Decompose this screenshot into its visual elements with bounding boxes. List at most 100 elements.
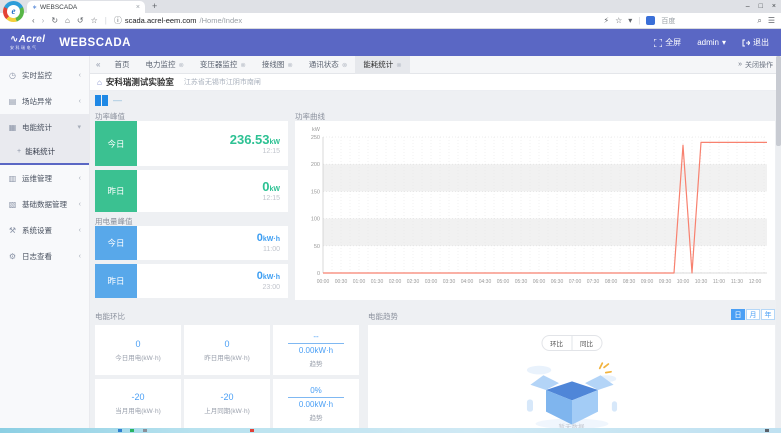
svg-text:02:30: 02:30 (407, 279, 420, 285)
fullscreen-icon (654, 39, 662, 47)
tool-row: — (90, 91, 781, 109)
tab-close-icon[interactable]: ⊗ (240, 61, 245, 69)
svg-text:11:30: 11:30 (731, 279, 743, 285)
sidebar-item-station-abnormal[interactable]: ▤ 场站异常 ‹ (0, 88, 89, 114)
minimize-button[interactable]: – (746, 3, 750, 10)
close-actions-button[interactable]: » 关闭操作 (738, 60, 781, 70)
legend-year-on-year[interactable]: 同比 (571, 336, 601, 350)
screen: ∗ WEBSCADA × + – □ × e ‹ › ↻ ⌂ ↺ ☆ | ⓘ s… (0, 0, 781, 433)
tab-close-icon[interactable]: ⊗ (342, 61, 347, 69)
today-badge: 今日 (95, 121, 137, 166)
menu-icon[interactable]: ☰ (768, 16, 775, 25)
taskbar-icon[interactable] (118, 429, 122, 432)
chevron-left-icon: ‹ (79, 201, 81, 208)
tab-close-icon[interactable]: ⊗ (396, 61, 401, 69)
close-button[interactable]: × (772, 3, 776, 10)
compare-card-yesterday: 0 昨日用电(kW·h) (184, 325, 270, 375)
range-month-button[interactable]: 月 (746, 309, 760, 320)
back-icon[interactable]: ‹ (32, 16, 35, 25)
range-year-button[interactable]: 年 (761, 309, 775, 320)
collapse-dash-button[interactable]: — (113, 96, 122, 105)
energy-compare-title: 电能环比 (95, 311, 125, 322)
user-menu[interactable]: admin ▾ (697, 38, 726, 47)
tabs-collapse-icon[interactable]: « (90, 60, 106, 69)
svg-text:00:00: 00:00 (317, 279, 330, 285)
compare-card-day-trend: -- 0.00kW·h 趋势 (273, 325, 359, 375)
yesterday-badge: 昨日 (95, 264, 137, 298)
url-field[interactable]: ⓘ scada.acrel-eem.com/Home/Index (114, 15, 242, 26)
power-peak-yesterday-value: 0kW (262, 180, 280, 193)
address-bar-right: ⚡ ☆ ▾ | 百度 ⌕ ☰ (603, 16, 775, 26)
range-day-button[interactable]: 日 (731, 309, 745, 320)
bookmark-star-icon[interactable]: ☆ (91, 16, 98, 25)
new-tab-button[interactable]: + (152, 1, 157, 11)
tab-favicon-icon: ∗ (32, 4, 37, 11)
header-actions: 全屏 admin ▾ 退出 (654, 37, 769, 48)
taskbar-icon[interactable] (250, 429, 254, 432)
tab-power-monitoring[interactable]: 电力监控⊗ (137, 56, 191, 74)
energy-peak-today-card: 今日 0kW·h 11:00 (95, 226, 288, 260)
taskbar-icon[interactable] (765, 429, 769, 432)
chevron-down-icon: ▾ (77, 123, 81, 131)
chevron-down-icon[interactable]: ▾ (628, 16, 632, 25)
acrel-logo: ∿Acrel 安科瑞电气 (10, 35, 45, 50)
refresh-icon[interactable]: ↻ (51, 16, 58, 25)
legend-chain-compare[interactable]: 环比 (542, 336, 571, 350)
bookmark-site-icon[interactable] (646, 16, 655, 25)
info-icon: ⓘ (114, 15, 122, 26)
svg-text:07:00: 07:00 (569, 279, 582, 285)
search-icon[interactable]: ⌕ (757, 16, 761, 26)
taskbar-icon[interactable] (130, 429, 134, 432)
tab-home[interactable]: 首页 (106, 56, 137, 74)
power-peak-yesterday-card: 昨日 0kW 12:15 (95, 170, 288, 212)
maximize-button[interactable]: □ (759, 3, 763, 10)
bookmark-label[interactable]: 百度 (661, 16, 675, 26)
home-icon[interactable]: ⌂ (65, 16, 70, 25)
chevron-left-icon: ‹ (79, 253, 81, 260)
taskbar-icon[interactable] (143, 429, 147, 432)
logo-text: Acrel (19, 34, 46, 45)
divider (288, 343, 344, 344)
svg-text:kW: kW (312, 127, 321, 133)
forward-icon[interactable]: › (42, 16, 45, 25)
flash-icon[interactable]: ⚡ (603, 16, 609, 25)
star-icon[interactable]: ☆ (615, 16, 622, 25)
tab-communication-status[interactable]: 通讯状态⊗ (301, 56, 355, 74)
page-scrollbar[interactable] (776, 56, 781, 428)
tab-close-icon[interactable]: ⊗ (178, 61, 183, 69)
sidebar-item-energy-statistics[interactable]: ▦ 电能统计 ▾ (0, 114, 89, 140)
tab-consumption-statistics[interactable]: 能耗统计⊗ (355, 56, 409, 74)
sidebar-item-realtime-monitoring[interactable]: ◷ 实时监控 ‹ (0, 62, 89, 88)
svg-text:01:00: 01:00 (353, 279, 366, 285)
logout-button[interactable]: 退出 (742, 37, 769, 48)
svg-text:00:30: 00:30 (335, 279, 348, 285)
svg-text:03:00: 03:00 (425, 279, 438, 285)
tools-icon: ⚒ (8, 226, 17, 235)
sidebar-item-log-viewer[interactable]: ⚙ 日志查看 ‹ (0, 243, 89, 269)
scrollbar-thumb[interactable] (776, 56, 781, 146)
sidebar-item-system-settings[interactable]: ⚒ 系统设置 ‹ (0, 217, 89, 243)
sidebar-subitem-consumption-statistics[interactable]: + 能耗统计 (0, 140, 89, 163)
power-peak-today-card: 今日 236.53kW 12:15 (95, 121, 288, 166)
windows-taskbar[interactable] (0, 428, 781, 433)
compare-card-month: -20 当月用电(kW·h) (95, 379, 181, 428)
legend-squares-icon (95, 95, 108, 106)
sidebar-item-basic-data-management[interactable]: ▧ 基础数据管理 ‹ (0, 191, 89, 217)
tab-close-icon[interactable]: × (136, 4, 140, 11)
fullscreen-button[interactable]: 全屏 (654, 37, 681, 48)
svg-text:100: 100 (311, 217, 320, 223)
sidebar-item-operation-management[interactable]: ▥ 运维管理 ‹ (0, 165, 89, 191)
url-host: scada.acrel-eem.com (125, 16, 197, 25)
browser-tab[interactable]: ∗ WEBSCADA × (27, 1, 145, 13)
tab-transformer-monitoring[interactable]: 变压器监控⊗ (192, 56, 254, 74)
power-curve-panel: 050100150200250kW00:0000:3001:0001:3002:… (295, 121, 775, 300)
history-icon[interactable]: ↺ (77, 16, 84, 25)
tab-wiring-diagram[interactable]: 接线图⊗ (254, 56, 301, 74)
energy-trend-panel: 环比 同比 暂无数据 (368, 325, 775, 428)
energy-peak-yesterday-card: 昨日 0kW·h 23:00 (95, 264, 288, 298)
chevron-left-icon: ‹ (79, 175, 81, 182)
empty-box-illustration (512, 351, 632, 429)
tab-close-icon[interactable]: ⊗ (287, 61, 292, 69)
energy-peak-today-time: 11:00 (263, 246, 280, 253)
submenu-bullet-icon: + (17, 148, 21, 155)
